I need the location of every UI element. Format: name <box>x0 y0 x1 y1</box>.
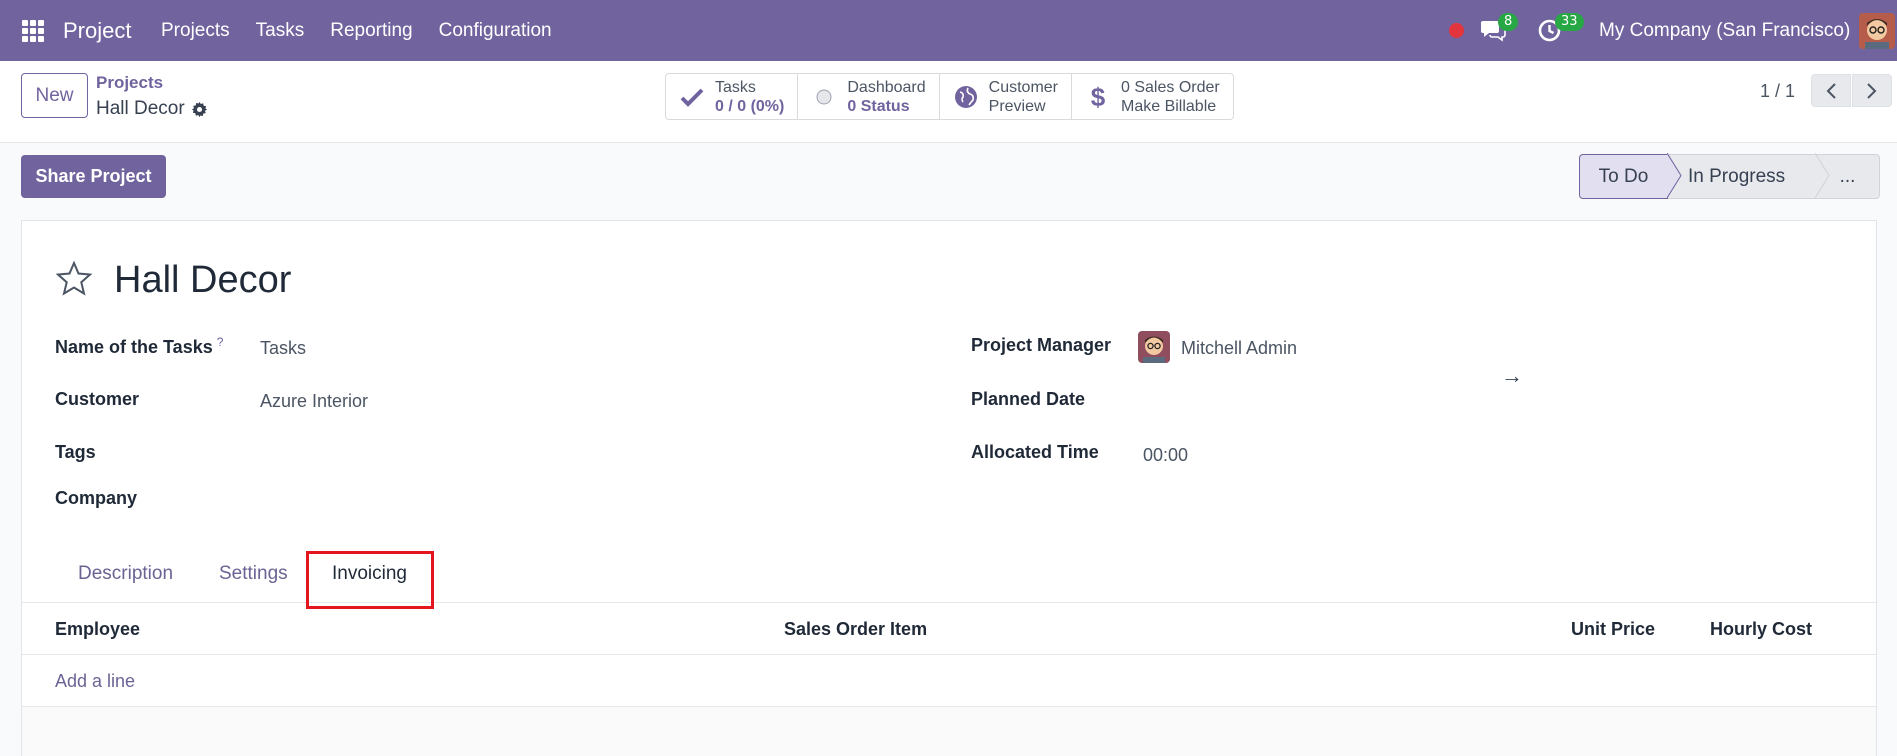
customer-value: Preview <box>988 97 1046 115</box>
dashboard-title: Dashboard <box>847 78 926 96</box>
menu-tasks[interactable]: Tasks <box>256 20 305 42</box>
tab-settings[interactable]: Settings <box>219 563 288 585</box>
tab-invoicing[interactable]: Invoicing <box>332 563 407 585</box>
help-tooltip-icon[interactable]: ? <box>217 335 224 349</box>
column-sales-order-item[interactable]: Sales Order Item <box>784 619 927 640</box>
dashboard-value: 0 Status <box>847 97 910 115</box>
company-field[interactable] <box>260 488 560 510</box>
sales-order-value: Make Billable <box>1121 97 1217 115</box>
app-brand[interactable]: Project <box>63 18 131 44</box>
new-button[interactable]: New <box>21 73 88 118</box>
tasks-title: Tasks <box>715 78 756 96</box>
tasks-value: 0 / 0 (0%) <box>715 97 785 115</box>
tab-description[interactable]: Description <box>78 563 173 585</box>
date-range-arrow-icon: → <box>1501 363 1523 388</box>
field-label-project-manager: Project Manager <box>971 335 1112 355</box>
menu-configuration[interactable]: Configuration <box>439 20 552 42</box>
project-manager-value[interactable]: Mitchell Admin <box>1181 338 1297 359</box>
pager-value[interactable]: 1 / 1 <box>1760 81 1795 102</box>
column-employee[interactable]: Employee <box>55 619 140 640</box>
activity-count-badge: 33 <box>1555 13 1584 31</box>
favorite-star-icon[interactable] <box>55 260 93 298</box>
table-footer-area <box>22 707 1876 756</box>
field-label-tags: Tags <box>55 442 96 462</box>
dollar-icon: $ <box>1091 84 1106 110</box>
field-label-planned-date: Planned Date <box>971 389 1086 409</box>
breadcrumb-parent[interactable]: Projects <box>96 73 163 93</box>
field-label-customer: Customer <box>55 389 140 409</box>
globe-icon <box>954 85 977 108</box>
customer-title: Customer <box>988 78 1058 96</box>
top-navbar: Project Projects Tasks Reporting Configu… <box>0 0 1897 61</box>
column-hourly-cost[interactable]: Hourly Cost <box>1710 619 1812 640</box>
dashboard-smart-button[interactable]: Dashboard 0 Status <box>798 74 940 119</box>
menu-projects[interactable]: Projects <box>161 20 230 42</box>
svg-text:$: $ <box>1091 84 1106 110</box>
field-label-allocated-time: Allocated Time <box>971 442 1099 462</box>
stage-in-progress-label: In Progress <box>1688 165 1786 187</box>
customer-preview-smart-button[interactable]: Customer Preview <box>940 74 1072 119</box>
form-sheet: Hall Decor Name of the Tasks? Tasks Cust… <box>21 220 1877 756</box>
allocated-time-value[interactable]: 00:00 <box>1143 445 1188 466</box>
tasks-smart-button[interactable]: Tasks 0 / 0 (0%) <box>666 74 799 119</box>
breadcrumb-current-label: Hall Decor <box>96 98 185 119</box>
tags-field[interactable] <box>260 442 560 464</box>
task-name-value[interactable]: Tasks <box>260 338 306 359</box>
chat-count-badge: 8 <box>1498 13 1519 31</box>
sales-order-title: 0 Sales Order <box>1121 78 1220 96</box>
project-title[interactable]: Hall Decor <box>114 259 291 302</box>
share-project-button[interactable]: Share Project <box>21 155 166 198</box>
field-label-company: Company <box>55 488 138 508</box>
field-label-task-name-text: Name of the Tasks <box>55 337 213 357</box>
project-manager-avatar <box>1138 331 1170 363</box>
apps-menu-icon[interactable] <box>22 20 44 42</box>
customer-value[interactable]: Azure Interior <box>260 391 368 412</box>
chevron-right-icon <box>1867 82 1877 99</box>
stage-separator-icon <box>1667 153 1682 198</box>
stage-statusbar: To Do In Progress ... <box>1579 153 1880 199</box>
add-line-button[interactable]: Add a line <box>55 671 135 692</box>
stage-separator-icon <box>1815 153 1830 198</box>
invoicing-table-header: Employee Sales Order Item Unit Price Hou… <box>22 603 1876 655</box>
control-panel: New Projects Hall Decor Tasks 0 / 0 (0%)… <box>0 61 1897 143</box>
breadcrumb-current: Hall Decor <box>96 98 208 120</box>
smart-buttons: Tasks 0 / 0 (0%) Dashboard 0 Status Cust… <box>665 73 1234 120</box>
pager-previous-button[interactable] <box>1811 74 1851 107</box>
status-dot-icon <box>816 89 832 104</box>
stage-in-progress[interactable]: In Progress <box>1668 154 1816 199</box>
check-icon <box>680 88 704 107</box>
form-tabs: Description Settings Invoicing <box>22 551 1876 603</box>
pager-next-button[interactable] <box>1852 74 1892 107</box>
main-menu: Projects Tasks Reporting Configuration <box>161 20 578 42</box>
menu-reporting[interactable]: Reporting <box>330 20 412 42</box>
chevron-left-icon <box>1826 82 1836 99</box>
user-avatar[interactable] <box>1859 13 1895 49</box>
field-label-task-name: Name of the Tasks? <box>55 335 223 358</box>
column-unit-price[interactable]: Unit Price <box>1571 619 1655 640</box>
recording-dot-icon[interactable] <box>1449 23 1464 38</box>
planned-date-start-input[interactable] <box>1143 389 1483 413</box>
gear-icon[interactable] <box>191 101 208 118</box>
company-switcher[interactable]: My Company (San Francisco) <box>1599 20 1850 42</box>
stage-todo[interactable]: To Do <box>1579 154 1668 199</box>
sales-order-smart-button[interactable]: $ 0 Sales Order Make Billable <box>1072 74 1233 119</box>
